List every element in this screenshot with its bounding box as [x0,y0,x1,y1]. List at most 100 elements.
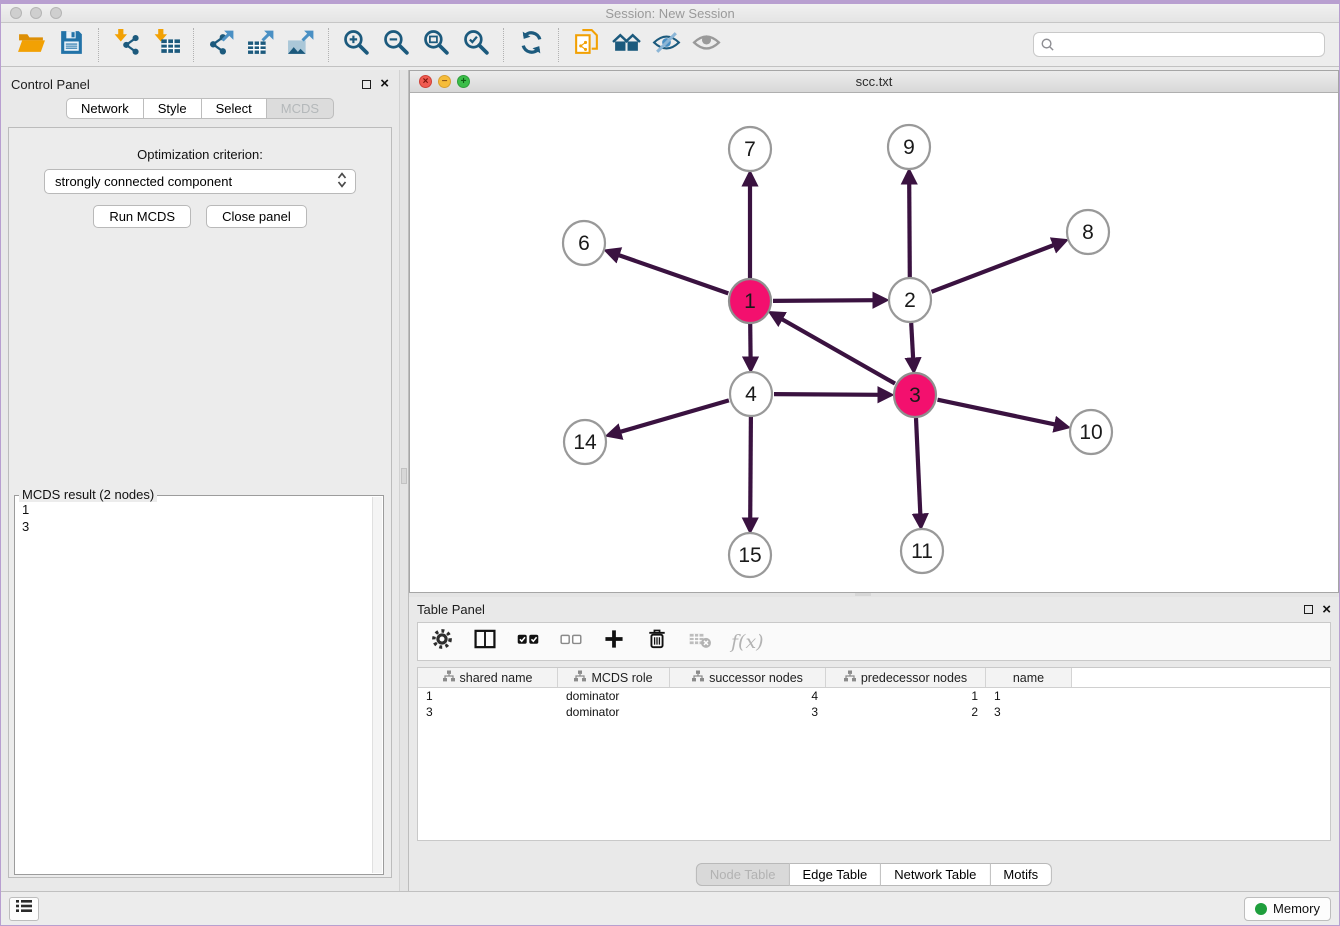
export-table-button[interactable] [241,26,281,64]
node-6[interactable]: 6 [563,221,605,265]
import-table-button[interactable] [146,26,186,64]
edge-2-9[interactable] [909,182,910,277]
open-session-button[interactable] [11,26,51,64]
select-all-button[interactable] [516,627,540,656]
zoom-selected-button[interactable] [456,26,496,64]
close-panel-icon[interactable]: × [380,79,389,89]
import-network-button[interactable] [106,26,146,64]
node-15[interactable]: 15 [729,533,771,577]
node-11[interactable]: 11 [901,529,943,573]
zoom-out-button[interactable] [376,26,416,64]
float-panel-icon[interactable] [362,80,371,89]
svg-text:7: 7 [744,138,756,161]
export-network-icon [207,28,236,62]
edge-1-2[interactable] [773,300,875,301]
table-cell[interactable]: 1 [826,688,986,704]
result-item[interactable]: 1 [22,501,372,518]
node-2[interactable]: 2 [889,278,931,322]
table-row[interactable]: 1dominator411 [418,688,1330,704]
tab-select[interactable]: Select [202,98,267,119]
mcds-result-list[interactable]: 13 [16,497,372,873]
deselect-all-button[interactable] [559,627,583,656]
column-header-MCDS-role[interactable]: MCDS role [558,668,670,687]
node-9[interactable]: 9 [888,125,930,169]
table-cell[interactable]: dominator [558,704,670,720]
search-box [1033,32,1325,57]
close-panel-button[interactable]: Close panel [206,205,307,228]
tab-motifs[interactable]: Motifs [990,863,1052,886]
edge-3-1[interactable] [780,318,895,383]
node-8[interactable]: 8 [1067,210,1109,254]
tab-edge-table[interactable]: Edge Table [789,863,881,886]
run-mcds-button[interactable]: Run MCDS [93,205,191,228]
svg-text:2: 2 [904,289,916,312]
show-all-button[interactable] [686,26,726,64]
float-table-panel-icon[interactable] [1304,605,1313,614]
table-cell[interactable]: 3 [986,704,1072,720]
zoom-fit-button[interactable] [416,26,456,64]
memory-button[interactable]: Memory [1244,897,1331,921]
tab-node-table[interactable]: Node Table [696,863,790,886]
export-image-button[interactable] [281,26,321,64]
column-header-name[interactable]: name [986,668,1072,687]
table-cell[interactable]: 2 [826,704,986,720]
save-session-button[interactable] [51,26,91,64]
result-scrollbar[interactable] [372,497,382,873]
tab-network-table[interactable]: Network Table [881,863,990,886]
refresh-layout-button[interactable] [511,26,551,64]
tab-mcds[interactable]: MCDS [267,98,334,119]
network-canvas[interactable]: 7 9 6 8 1 2 4 3 14 10 15 11 [410,93,1338,592]
node-7[interactable]: 7 [729,127,771,171]
edge-2-3[interactable] [911,323,913,360]
column-header-successor-nodes[interactable]: successor nodes [670,668,826,687]
memory-label: Memory [1273,901,1320,916]
edge-3-11[interactable] [916,418,920,516]
result-item[interactable]: 3 [22,518,372,535]
export-network-button[interactable] [201,26,241,64]
svg-text:11: 11 [911,540,933,563]
svg-text:8: 8 [1082,221,1094,244]
toolbar-separator [328,28,329,62]
tab-network[interactable]: Network [66,98,144,119]
hide-selected-button[interactable] [646,26,686,64]
search-input[interactable] [1033,32,1325,57]
table-cell[interactable]: 1 [418,688,558,704]
splitter-grip[interactable] [855,593,871,596]
edge-2-8[interactable] [932,245,1056,292]
tab-style[interactable]: Style [144,98,202,119]
node-4[interactable]: 4 [730,372,772,416]
trash-button[interactable] [645,627,669,656]
node-14[interactable]: 14 [564,420,606,464]
table-cell[interactable]: 3 [418,704,558,720]
edge-3-10[interactable] [938,400,1057,425]
column-header-shared-name[interactable]: shared name [418,668,558,687]
edge-1-6[interactable] [617,255,728,294]
task-history-button[interactable] [9,897,39,921]
edge-4-3[interactable] [774,394,880,395]
window-title: Session: New Session [1,6,1339,21]
vertical-splitter[interactable] [399,70,409,891]
edge-4-14[interactable] [619,400,729,432]
first-neighbors-button[interactable] [606,26,646,64]
splitter-grip[interactable] [401,468,407,484]
node-1[interactable]: 1 [729,279,771,323]
table-cell[interactable]: 4 [670,688,826,704]
clone-network-button[interactable] [566,26,606,64]
table-cell[interactable]: 1 [986,688,1072,704]
optimization-select[interactable]: strongly connected component [44,169,356,194]
add-row-button[interactable] [602,627,626,656]
table-cell[interactable]: dominator [558,688,670,704]
zoom-selected-icon [462,28,491,62]
zoom-in-button[interactable] [336,26,376,64]
hide-selected-icon [652,28,681,62]
node-10[interactable]: 10 [1070,410,1112,454]
network-window-titlebar[interactable]: × − + scc.txt [410,71,1338,93]
edge-4-15[interactable] [750,417,751,520]
gear-button[interactable] [430,627,454,656]
table-cell[interactable]: 3 [670,704,826,720]
node-3[interactable]: 3 [894,373,936,417]
close-table-panel-icon[interactable]: × [1322,605,1331,615]
table-row[interactable]: 3dominator323 [418,704,1330,720]
columns-button[interactable] [473,627,497,656]
column-header-predecessor-nodes[interactable]: predecessor nodes [826,668,986,687]
